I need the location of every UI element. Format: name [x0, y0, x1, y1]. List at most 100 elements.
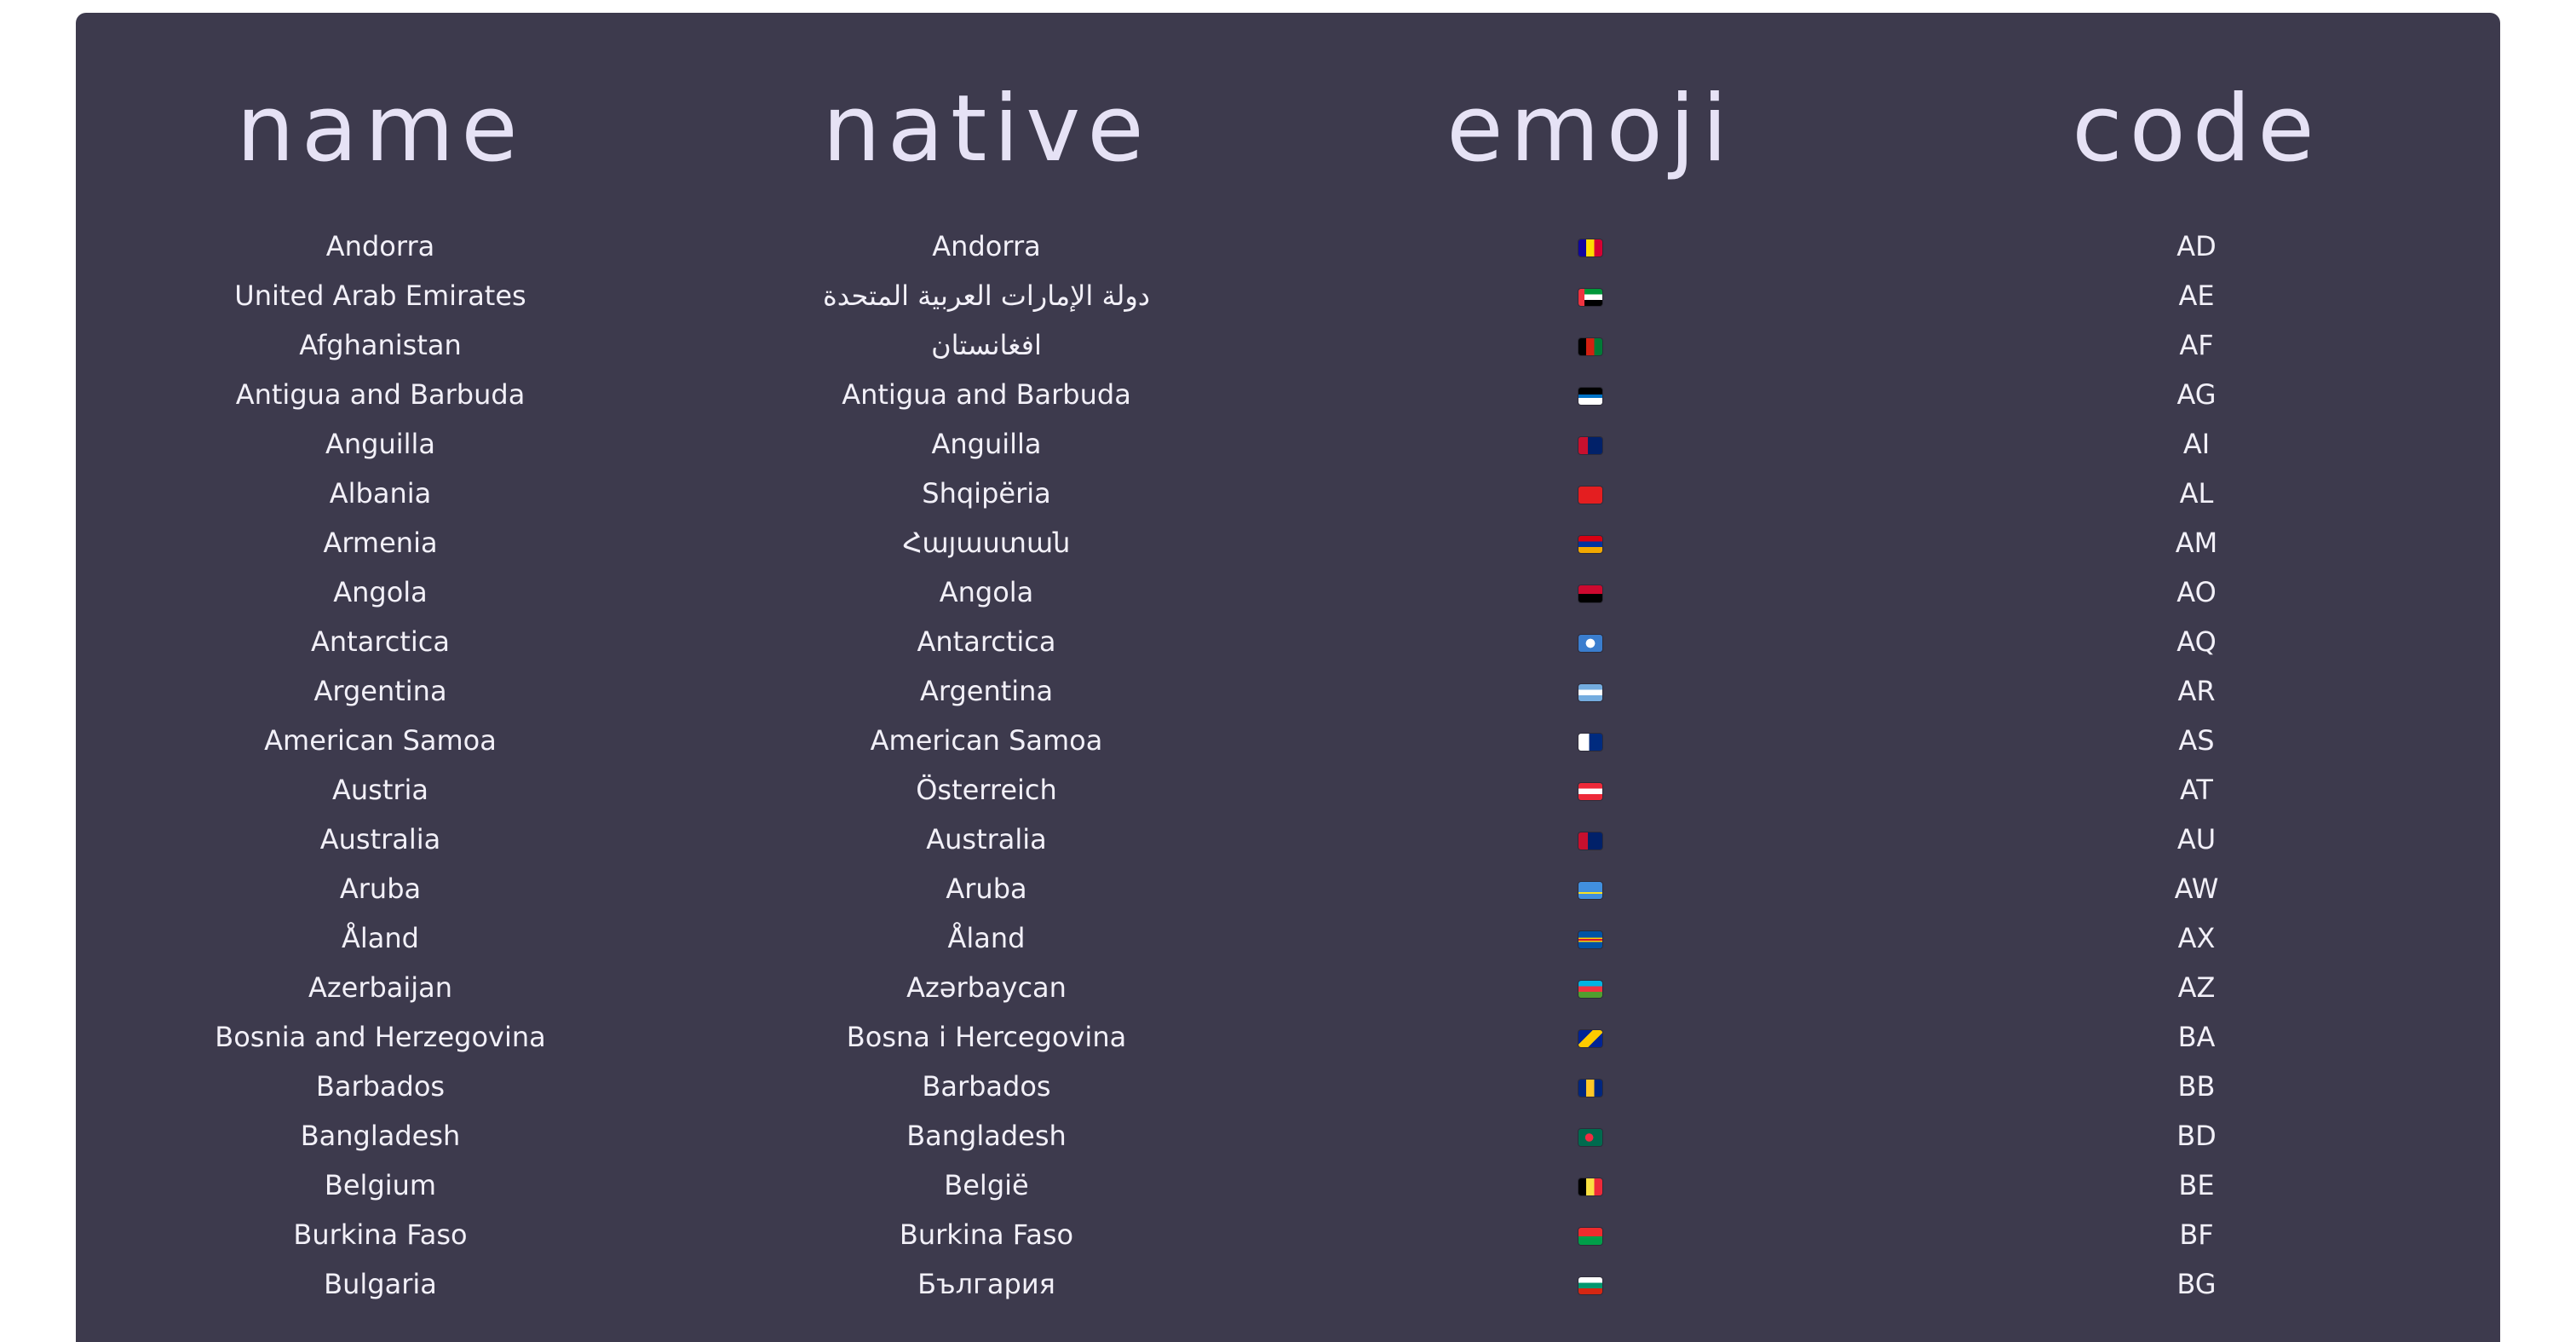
- emoji-cell: [1288, 617, 1893, 666]
- country-name-cell: Burkina Faso: [293, 1218, 468, 1251]
- country-name-cell: Azerbaijan: [308, 971, 453, 1004]
- header-row: name native emoji code: [76, 13, 2500, 222]
- flag-au-icon: [1578, 832, 1602, 850]
- table-row: Bangladesh Bangladesh BD: [76, 1111, 2500, 1161]
- country-code-cell: AD: [2176, 230, 2217, 262]
- flag-ba-icon: [1578, 1030, 1602, 1047]
- emoji-cell: [1288, 1062, 1893, 1111]
- countries-panel: name native emoji code Andorra Andorra AD U…: [76, 13, 2500, 1342]
- flag-aw-icon: [1578, 882, 1602, 899]
- native-name-cell: دولة الإمارات العربية المتحدة: [822, 279, 1151, 312]
- emoji-cell: [1288, 1210, 1893, 1259]
- native-name-cell: Aruba: [946, 873, 1027, 905]
- table-row: Angola Angola AO: [76, 567, 2500, 617]
- emoji-cell: [1288, 666, 1893, 716]
- country-code-cell: BE: [2178, 1169, 2215, 1201]
- flag-af-icon: [1578, 338, 1602, 355]
- flag-ai-icon: [1578, 437, 1602, 454]
- table-row: Armenia Հայաստան AM: [76, 518, 2500, 567]
- country-code-cell: AW: [2174, 873, 2219, 905]
- table-header: name native emoji code: [76, 13, 2500, 222]
- emoji-cell: [1288, 815, 1893, 864]
- native-name-cell: België: [944, 1169, 1029, 1201]
- flag-bf-icon: [1578, 1228, 1602, 1245]
- table-row: Barbados Barbados BB: [76, 1062, 2500, 1111]
- country-code-cell: AQ: [2176, 625, 2217, 658]
- flag-ae-icon: [1578, 289, 1602, 306]
- country-name-cell: Antigua and Barbuda: [235, 378, 526, 411]
- native-name-cell: Shqipëria: [922, 477, 1051, 510]
- table-body: Andorra Andorra AD United Arab Emirates دولة…: [76, 222, 2500, 1309]
- native-name-cell: Հայաստան: [902, 527, 1071, 559]
- emoji-cell: [1288, 1259, 1893, 1309]
- flag-bg-icon: [1578, 1277, 1602, 1294]
- native-name-cell: Azərbaycan: [906, 971, 1067, 1004]
- country-name-cell: Austria: [331, 774, 429, 806]
- country-code-cell: AO: [2176, 576, 2217, 608]
- column-header-native: native: [822, 76, 1151, 182]
- table-row: Antarctica Antarctica AQ: [76, 617, 2500, 666]
- flag-az-icon: [1578, 981, 1602, 998]
- country-code-cell: BF: [2179, 1218, 2214, 1251]
- native-name-cell: American Samoa: [870, 724, 1103, 757]
- native-name-cell: Burkina Faso: [899, 1218, 1074, 1251]
- native-name-cell: Antarctica: [917, 625, 1056, 658]
- emoji-cell: [1288, 1111, 1893, 1161]
- country-code-cell: BA: [2177, 1021, 2216, 1053]
- country-code-cell: AM: [2175, 527, 2218, 559]
- flag-al-icon: [1578, 487, 1602, 504]
- flag-at-icon: [1578, 783, 1602, 800]
- emoji-cell: [1288, 320, 1893, 370]
- country-name-cell: Albania: [329, 477, 432, 510]
- native-name-cell: Andorra: [932, 230, 1041, 262]
- country-name-cell: Bangladesh: [300, 1120, 461, 1152]
- flag-ar-icon: [1578, 684, 1602, 701]
- flag-as-icon: [1578, 734, 1602, 751]
- country-name-cell: Anguilla: [325, 428, 436, 460]
- table-row: Bosnia and Herzegovina Bosna i Hercegovin…: [76, 1012, 2500, 1062]
- country-name-cell: Bulgaria: [324, 1268, 437, 1300]
- emoji-cell: [1288, 469, 1893, 518]
- table-row: Åland Åland AX: [76, 913, 2500, 963]
- flag-ao-icon: [1578, 585, 1602, 602]
- country-name-cell: American Samoa: [264, 724, 497, 757]
- native-name-cell: Antigua and Barbuda: [842, 378, 1131, 411]
- emoji-cell: [1288, 271, 1893, 320]
- column-header-code: code: [2072, 76, 2321, 182]
- country-code-cell: AZ: [2177, 971, 2216, 1004]
- emoji-cell: [1288, 419, 1893, 469]
- native-name-cell: България: [917, 1268, 1055, 1300]
- column-header-emoji: emoji: [1446, 76, 1734, 182]
- flag-ax-icon: [1578, 931, 1602, 948]
- emoji-cell: [1288, 913, 1893, 963]
- table-row: Anguilla Anguilla AI: [76, 419, 2500, 469]
- emoji-cell: [1288, 1012, 1893, 1062]
- table-row: American Samoa American Samoa AS: [76, 716, 2500, 765]
- country-name-cell: Barbados: [315, 1070, 446, 1103]
- country-code-cell: AT: [2180, 774, 2213, 806]
- flag-bb-icon: [1578, 1080, 1602, 1097]
- native-name-cell: Barbados: [922, 1070, 1051, 1103]
- country-code-cell: AE: [2178, 279, 2215, 312]
- table-row: Austria Österreich AT: [76, 765, 2500, 815]
- flag-am-icon: [1578, 536, 1602, 553]
- country-code-cell: AL: [2179, 477, 2214, 510]
- table-row: Andorra Andorra AD: [76, 222, 2500, 271]
- native-name-cell: افغانستان: [931, 329, 1042, 361]
- native-name-cell: Åland: [947, 922, 1026, 954]
- flag-aq-icon: [1578, 635, 1602, 652]
- emoji-cell: [1288, 864, 1893, 913]
- country-name-cell: Afghanistan: [299, 329, 462, 361]
- countries-table: name native emoji code Andorra Andorra AD U…: [76, 13, 2500, 1309]
- native-name-cell: Österreich: [916, 774, 1057, 806]
- country-name-cell: Antarctica: [310, 625, 450, 658]
- emoji-cell: [1288, 1161, 1893, 1210]
- country-name-cell: Australia: [319, 823, 441, 855]
- country-name-cell: Armenia: [323, 527, 438, 559]
- table-row: Argentina Argentina AR: [76, 666, 2500, 716]
- country-name-cell: Argentina: [313, 675, 447, 707]
- country-code-cell: BD: [2176, 1120, 2217, 1152]
- native-name-cell: Australia: [926, 823, 1047, 855]
- country-name-cell: United Arab Emirates: [234, 279, 526, 312]
- table-row: Bulgaria България BG: [76, 1259, 2500, 1309]
